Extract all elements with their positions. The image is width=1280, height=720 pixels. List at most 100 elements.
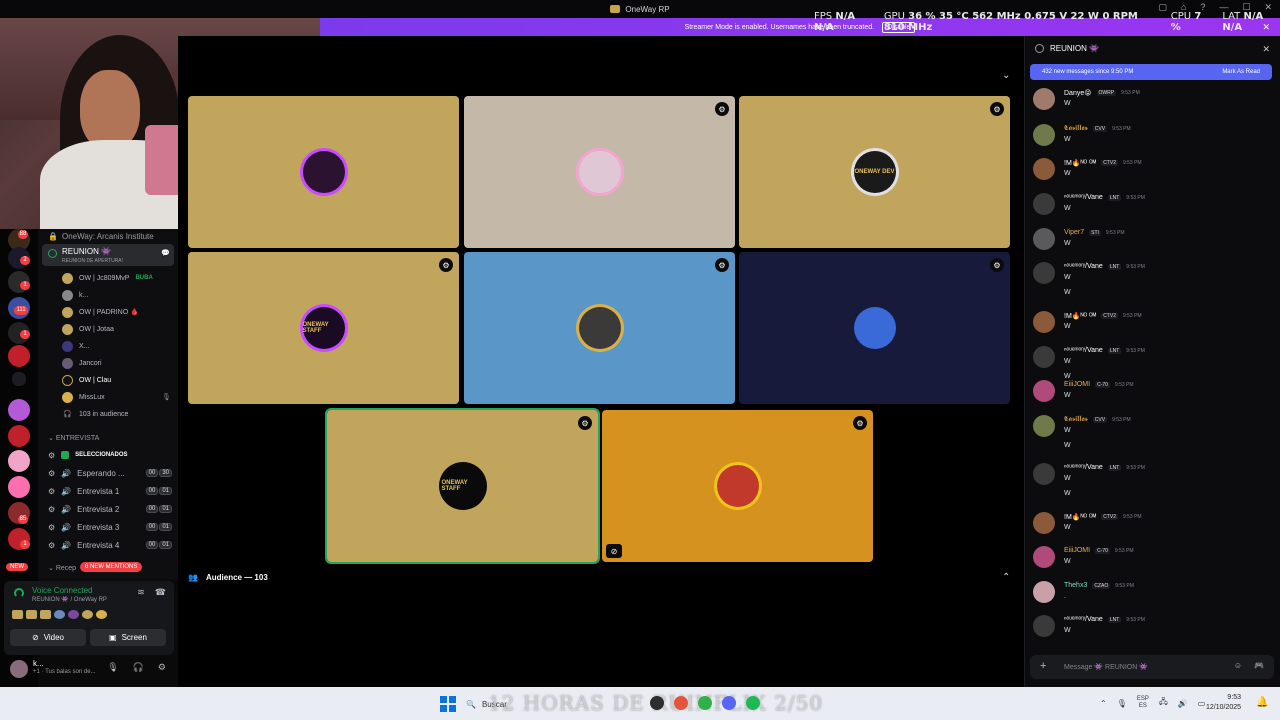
avatar[interactable] <box>1033 581 1055 603</box>
activity-icon[interactable] <box>40 610 51 619</box>
activity-icon[interactable] <box>68 610 79 619</box>
chevron-up-icon[interactable]: ⌃ <box>1002 572 1010 583</box>
voice-member[interactable]: k... <box>62 288 88 302</box>
voice-member[interactable]: OW | Jc809MvP BUBA <box>62 271 153 285</box>
activity-icon[interactable] <box>54 610 65 619</box>
disconnect-icon[interactable]: ☎ <box>155 587 166 598</box>
windows-start-icon[interactable] <box>440 696 456 712</box>
activity-icon[interactable] <box>12 610 23 619</box>
message-input[interactable]: Message 👾 REUNION 👾 <box>1064 663 1148 671</box>
voice-member[interactable]: X... <box>62 339 90 353</box>
avatar[interactable] <box>1033 88 1055 110</box>
avatar[interactable] <box>1033 546 1055 568</box>
server-icon[interactable] <box>8 345 30 367</box>
taskbar-app-icon[interactable] <box>746 696 760 710</box>
message-composer[interactable]: + Message 👾 REUNION 👾 ☺ 🎮 <box>1030 655 1274 679</box>
audience-count-row[interactable]: 🎧 103 in audience <box>62 407 128 421</box>
voice-member[interactable]: OW | Clau <box>62 373 111 387</box>
battery-icon[interactable]: ▭ <box>1198 699 1206 708</box>
avatar[interactable] <box>1033 262 1055 284</box>
voice-channel[interactable]: ⚙ 🔊 Entrevista 3 00 01 <box>48 520 172 534</box>
noise-suppression-icon[interactable]: ≋ <box>137 587 145 598</box>
taskbar-app-icon[interactable] <box>698 696 712 710</box>
avatar[interactable] <box>1033 512 1055 534</box>
chevron-down-icon[interactable]: ⌄ <box>1002 70 1010 81</box>
user-status[interactable]: +1 · Tus balas son de... <box>33 669 96 675</box>
voice-channel[interactable]: ⚙ 🔊 Entrevista 1 00 01 <box>48 484 172 498</box>
activity-icon[interactable] <box>96 610 107 619</box>
voice-member[interactable]: OW | Jotaa <box>62 322 114 336</box>
chevron-up-icon[interactable]: ⌃ <box>1100 699 1107 708</box>
audience-header[interactable]: 👥 Audience — 103 <box>188 573 268 582</box>
author-name[interactable]: ⁿᵒᵘᵉᵐᵒʳʸ/Vane <box>1064 616 1103 623</box>
avatar[interactable] <box>1033 415 1055 437</box>
participant-tile[interactable]: ⚙ <box>464 252 735 404</box>
voice-location[interactable]: REUNION 👾 / OneWay RP <box>32 596 107 603</box>
channel-seleccionados[interactable]: ⚙ SELECCIONADOS <box>48 448 172 462</box>
avatar[interactable] <box>1033 124 1055 146</box>
server-icon[interactable] <box>8 450 30 472</box>
voice-member[interactable]: MissLux 🎙 <box>62 390 171 404</box>
avatar[interactable] <box>1033 193 1055 215</box>
volume-icon[interactable]: 🔊 <box>1178 699 1188 708</box>
avatar[interactable] <box>1033 158 1055 180</box>
avatar[interactable] <box>1033 615 1055 637</box>
notification-icon[interactable]: 🔔 <box>1256 697 1268 708</box>
avatar[interactable] <box>1033 346 1055 368</box>
participant-tile[interactable] <box>188 96 459 248</box>
author-name[interactable]: Viper7 <box>1064 229 1084 236</box>
tile-settings-icon[interactable]: ⚙ <box>715 258 729 272</box>
microphone-icon[interactable]: 🎙 <box>107 662 118 673</box>
channel-chat-icon[interactable]: 💬 <box>161 249 170 257</box>
author-name[interactable]: !M🔥ᴺᴼ ᴼᴹ <box>1064 159 1096 167</box>
tile-settings-icon[interactable]: ⚙ <box>715 102 729 116</box>
clock[interactable]: 9:53 12/10/2025 <box>1206 693 1241 713</box>
voice-channel[interactable]: ⚙ 🔊 Entrevista 4 00 01 <box>48 538 172 552</box>
activity-icon[interactable] <box>82 610 93 619</box>
avatar[interactable] <box>1033 311 1055 333</box>
video-button[interactable]: ⊘ Video <box>10 629 86 646</box>
participant-tile[interactable]: ONEWAY DEV ⚙ <box>739 96 1010 248</box>
tile-settings-icon[interactable]: ⚙ <box>853 416 867 430</box>
new-messages-banner[interactable]: 432 new messages since 9:50 PM Mark As R… <box>1030 64 1272 80</box>
headphones-icon[interactable]: 🎧 <box>133 662 144 673</box>
gamepad-icon[interactable]: 🎮 <box>1254 661 1264 670</box>
folder-icon[interactable] <box>12 372 26 386</box>
author-name[interactable]: ⁿᵒᵘᵉᵐᵒʳʸ/Vane <box>1064 464 1103 471</box>
signal-icon[interactable] <box>14 588 24 598</box>
author-name[interactable]: Danye😝 <box>1064 89 1092 97</box>
tile-settings-icon[interactable]: ⚙ <box>990 258 1004 272</box>
server-icon[interactable] <box>8 425 30 447</box>
taskbar-app-icon[interactable] <box>650 696 664 710</box>
gear-icon[interactable]: ⚙ <box>158 662 166 673</box>
mark-as-read-button[interactable]: Mark As Read <box>1222 69 1260 75</box>
voice-member[interactable]: OW | PADRINO 🩸 <box>62 305 139 319</box>
author-name[interactable]: EiiiJOMI <box>1064 381 1090 388</box>
voice-channel[interactable]: ⚙ 🔊 Esperando ... 00 30 <box>48 466 172 480</box>
tile-settings-icon[interactable]: ⚙ <box>578 416 592 430</box>
author-name[interactable]: !M🔥ᴺᴼ ᴼᴹ <box>1064 312 1096 320</box>
author-name[interactable]: ⁿᵒᵘᵉᵐᵒʳʸ/Vane <box>1064 347 1103 354</box>
network-icon[interactable]: 🖧 <box>1159 696 1168 710</box>
category-entrevista[interactable]: ⌄ ENTREVISTA <box>48 434 99 442</box>
avatar[interactable] <box>1033 463 1055 485</box>
username[interactable]: k... <box>33 659 44 668</box>
participant-tile[interactable]: ⚙ <box>464 96 735 248</box>
author-name[interactable]: ⁿᵒᵘᵉᵐᵒʳʸ/Vane <box>1064 263 1103 270</box>
activity-icon[interactable] <box>26 610 37 619</box>
add-attachment-icon[interactable]: + <box>1040 660 1046 672</box>
close-icon[interactable]: ✕ <box>1262 44 1270 55</box>
participant-tile[interactable]: ONEWAY STAFF ⚙ <box>188 252 459 404</box>
taskbar-app-icon[interactable] <box>674 696 688 710</box>
server-icon[interactable] <box>8 476 30 498</box>
participant-tile[interactable]: ONEWAY STAFF ⚙ <box>325 408 600 564</box>
tile-settings-icon[interactable]: ⚙ <box>990 102 1004 116</box>
screen-share-button[interactable]: ▣ Screen <box>90 629 166 646</box>
voice-channel[interactable]: ⚙ 🔊 Entrevista 2 00 01 <box>48 502 172 516</box>
tile-settings-icon[interactable]: ⚙ <box>439 258 453 272</box>
participant-tile[interactable]: ⚙ <box>739 252 1010 404</box>
author-name[interactable]: !M🔥ᴺᴼ ᴼᴹ <box>1064 513 1096 521</box>
taskbar-app-icon[interactable] <box>722 696 736 710</box>
language-indicator[interactable]: ESP ES <box>1137 696 1149 710</box>
category-recep[interactable]: ⌄ Recep <box>48 564 76 572</box>
